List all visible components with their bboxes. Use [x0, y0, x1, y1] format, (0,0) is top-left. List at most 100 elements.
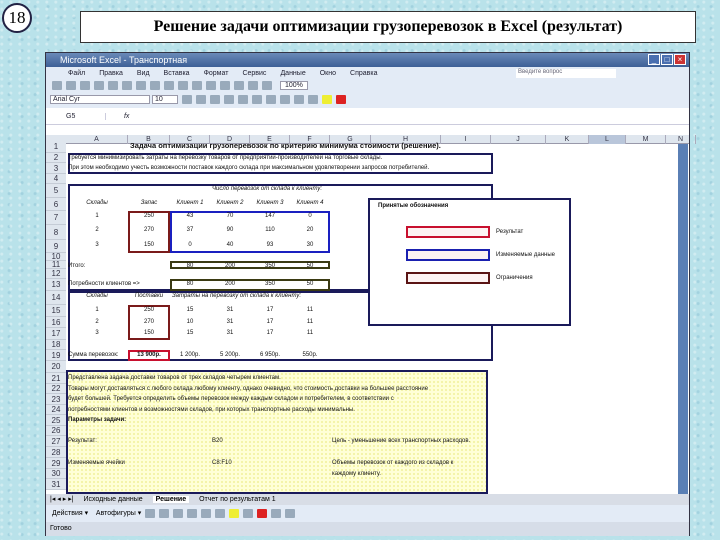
autoshapes-menu[interactable]: Автофигуры — [96, 510, 136, 517]
row-header[interactable]: 5 — [46, 184, 66, 198]
cell[interactable]: 13 900р. — [130, 351, 168, 360]
cell[interactable]: B20 — [212, 437, 223, 446]
align-right-icon[interactable] — [251, 95, 262, 104]
cell[interactable]: Клиент 4 — [292, 199, 328, 208]
column-header[interactable]: K — [546, 135, 589, 144]
save-icon[interactable] — [80, 81, 90, 90]
font-color-icon-2[interactable] — [257, 508, 268, 518]
help-search-input[interactable]: Введите вопрос — [516, 69, 616, 78]
cell[interactable]: C8:F10 — [212, 459, 232, 468]
menu-item[interactable]: Вид — [137, 70, 150, 77]
open-icon[interactable] — [66, 81, 76, 90]
cell[interactable]: 350 — [252, 262, 288, 271]
cell[interactable]: 200 — [212, 280, 248, 289]
cell[interactable]: 0 — [172, 241, 208, 250]
cell[interactable]: Задача оптимизации грузоперевозок по кри… — [130, 141, 441, 150]
zoom-select[interactable]: 100% — [279, 81, 308, 91]
column-header[interactable]: N — [666, 135, 696, 144]
line-icon[interactable] — [145, 508, 156, 518]
cell[interactable]: 150 — [130, 329, 168, 338]
cell[interactable]: Цель - уменьшение всех транспортных расх… — [332, 437, 470, 446]
underline-icon[interactable] — [209, 95, 220, 104]
tab-nav-arrows[interactable]: |◂ ◂ ▸ ▸| — [50, 496, 74, 503]
cell[interactable]: 50 — [292, 280, 328, 289]
currency-icon[interactable] — [279, 95, 290, 104]
cell[interactable]: 31 — [212, 318, 248, 327]
cell[interactable]: Клиент 3 — [252, 199, 288, 208]
font-size-select[interactable]: 10 — [151, 95, 178, 105]
column-header[interactable]: M — [626, 135, 666, 144]
cell[interactable]: Склады — [68, 292, 126, 301]
cell[interactable]: 30 — [292, 241, 328, 250]
name-box[interactable]: G5 — [46, 113, 106, 120]
copy-icon[interactable] — [164, 81, 174, 90]
row-header[interactable]: 28 — [46, 447, 66, 458]
tab-results-report[interactable]: Отчет по результатам 1 — [199, 496, 276, 503]
align-center-icon[interactable] — [237, 95, 248, 104]
cell[interactable]: 200 — [212, 262, 248, 271]
cell[interactable]: 20 — [292, 226, 328, 235]
column-header[interactable]: I — [441, 135, 491, 144]
row-header[interactable]: 16 — [46, 317, 66, 328]
row-header[interactable]: 8 — [46, 225, 66, 240]
maximize-button[interactable]: □ — [661, 54, 673, 65]
cell[interactable]: 270 — [130, 226, 168, 235]
3d-icon[interactable] — [285, 508, 296, 518]
arrow-icon[interactable] — [159, 508, 170, 518]
column-header[interactable]: J — [491, 135, 546, 144]
cell[interactable]: 15 — [172, 329, 208, 338]
wordart-icon[interactable] — [215, 508, 226, 518]
oval-icon[interactable] — [187, 508, 198, 518]
cell[interactable]: будет большей. Требуется определить объе… — [68, 395, 394, 404]
spelling-icon[interactable] — [136, 81, 146, 90]
row-header[interactable]: 11 — [46, 261, 66, 269]
align-left-icon[interactable] — [223, 95, 234, 104]
cell[interactable]: Представлена задача доставки товаров от … — [68, 374, 281, 383]
row-header[interactable]: 19 — [46, 350, 66, 361]
cell[interactable]: Требуется минимизировать затраты на пере… — [68, 154, 382, 163]
row-header[interactable]: 18 — [46, 340, 66, 350]
cell[interactable]: Затраты на перевозку от склада к клиенту… — [172, 292, 301, 301]
cell[interactable]: 0 — [292, 212, 328, 221]
permission-icon[interactable] — [94, 81, 104, 90]
cell[interactable]: 10 — [172, 318, 208, 327]
row-header[interactable]: 12 — [46, 269, 66, 279]
cell[interactable]: 37 — [172, 226, 208, 235]
vertical-scrollbar[interactable] — [678, 144, 688, 494]
cell[interactable]: Итого: — [68, 262, 85, 271]
cell[interactable]: 270 — [130, 318, 168, 327]
cell[interactable]: 2 — [68, 226, 126, 235]
cell[interactable]: потребностями клиентов и возможностями с… — [68, 406, 355, 415]
cell[interactable]: 80 — [172, 280, 208, 289]
cell[interactable]: Товары могут доставляться с любого склад… — [68, 385, 428, 394]
row-header[interactable]: 7 — [46, 211, 66, 225]
row-header[interactable]: 29 — [46, 458, 66, 469]
fill-color-icon-2[interactable] — [229, 508, 240, 518]
cell[interactable]: 250 — [130, 306, 168, 315]
row-header[interactable]: 30 — [46, 469, 66, 479]
close-button[interactable]: × — [674, 54, 686, 65]
cell[interactable]: 15 — [172, 306, 208, 315]
paste-icon[interactable] — [178, 81, 188, 90]
cell[interactable]: 80 — [172, 262, 208, 271]
minimize-button[interactable]: _ — [648, 54, 660, 65]
row-header[interactable]: 4 — [46, 174, 66, 184]
tab-solution[interactable]: Решение — [152, 496, 190, 503]
actions-menu[interactable]: Действия — [52, 510, 83, 517]
menu-item[interactable]: Вставка — [164, 70, 190, 77]
row-header[interactable]: 13 — [46, 279, 66, 291]
cell[interactable]: Число перевозок от склада к клиенту: — [212, 185, 322, 194]
cell[interactable]: 50 — [292, 262, 328, 271]
cell[interactable]: 40 — [212, 241, 248, 250]
textbox-icon[interactable] — [201, 508, 212, 518]
hyperlink-icon[interactable] — [220, 81, 230, 90]
cell[interactable]: 11 — [292, 329, 328, 338]
cell[interactable]: При этом необходимо учесть возможности п… — [68, 164, 429, 173]
print-icon[interactable] — [108, 81, 118, 90]
rectangle-icon[interactable] — [173, 508, 184, 518]
tab-source-data[interactable]: Исходные данные — [83, 496, 142, 503]
cell[interactable]: каждому клиенту. — [332, 470, 381, 479]
font-name-select[interactable]: Arial Cyr — [50, 95, 150, 105]
row-header[interactable]: 21 — [46, 373, 66, 384]
cell[interactable]: Склады — [68, 199, 126, 208]
